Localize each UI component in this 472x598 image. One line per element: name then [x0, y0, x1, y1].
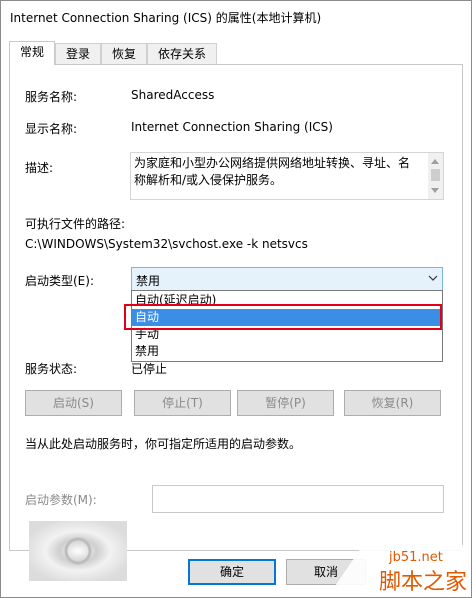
start-params-hint: 当从此处启动服务时，你可指定所适用的启动参数。 — [25, 437, 302, 451]
jb51-watermark-logo: jb51.net 脚本之家 — [329, 545, 469, 595]
tab-strip: 常规 登录 恢复 依存关系 — [9, 41, 463, 65]
status-value: 已停止 — [131, 362, 168, 376]
service-name-label: 服务名称: — [25, 90, 78, 104]
startup-type-value: 禁用 — [136, 274, 161, 288]
display-name-value: Internet Connection Sharing (ICS) — [131, 120, 333, 134]
highlight-annotation — [124, 304, 442, 330]
scroll-up-icon[interactable] — [431, 159, 439, 164]
tab-logon[interactable]: 登录 — [55, 43, 101, 64]
start-params-input[interactable] — [152, 485, 444, 513]
startup-type-label: 启动类型(E): — [25, 274, 94, 288]
watermark-site: jb51.net — [388, 550, 443, 565]
tab-general[interactable]: 常规 — [9, 41, 55, 65]
description-scrollbar[interactable] — [428, 153, 443, 199]
tab-recovery[interactable]: 恢复 — [101, 43, 147, 64]
startup-type-select[interactable]: 禁用 — [131, 267, 443, 291]
option-disabled[interactable]: 禁用 — [132, 343, 442, 360]
swirl-graphic — [29, 521, 127, 581]
chevron-down-icon[interactable] — [428, 272, 438, 284]
start-params-label: 启动参数(M): — [25, 493, 97, 507]
exe-path-label: 可执行文件的路径: — [25, 217, 126, 231]
display-name-label: 显示名称: — [25, 122, 78, 136]
description-label: 描述: — [25, 161, 54, 175]
resume-button[interactable]: 恢复(R) — [344, 390, 441, 416]
description-text: 为家庭和小型办公网络提供网络地址转换、寻址、名称解析和/或入侵保护服务。 — [134, 156, 411, 187]
properties-dialog: Internet Connection Sharing (ICS) 的属性(本地… — [0, 0, 472, 598]
service-name-value: SharedAccess — [131, 88, 215, 102]
scroll-down-icon[interactable] — [431, 188, 439, 193]
status-label: 服务状态: — [25, 362, 78, 376]
title-bar[interactable]: Internet Connection Sharing (ICS) 的属性(本地… — [1, 1, 471, 31]
ok-button[interactable]: 确定 — [188, 559, 276, 585]
scroll-thumb[interactable] — [431, 169, 440, 181]
stop-button[interactable]: 停止(T) — [134, 390, 231, 416]
watermark-name: 脚本之家 — [379, 570, 467, 595]
description-box[interactable]: 为家庭和小型办公网络提供网络地址转换、寻址、名称解析和/或入侵保护服务。 — [130, 152, 444, 200]
pause-button[interactable]: 暂停(P) — [237, 390, 334, 416]
exe-path-value: C:\WINDOWS\System32\svchost.exe -k netsv… — [25, 237, 308, 251]
tab-dependencies[interactable]: 依存关系 — [147, 43, 217, 64]
start-button[interactable]: 启动(S) — [25, 390, 122, 416]
window-title: Internet Connection Sharing (ICS) 的属性(本地… — [10, 11, 322, 25]
